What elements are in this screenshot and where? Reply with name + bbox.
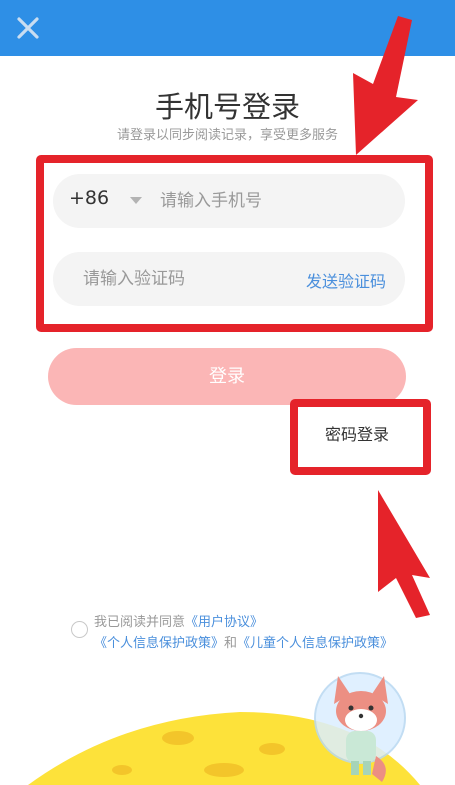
login-button[interactable]: 登录	[48, 348, 406, 405]
child-privacy-policy-link[interactable]: 《儿童个人信息保护政策》	[237, 636, 393, 651]
agreement-and: 和	[224, 636, 238, 651]
privacy-policy-link[interactable]: 《个人信息保护政策》	[94, 636, 224, 651]
close-icon	[17, 17, 39, 39]
moon-icon	[28, 712, 420, 785]
close-button[interactable]	[10, 10, 46, 46]
top-bar	[0, 0, 455, 56]
page-subtitle: 请登录以同步阅读记录，享受更多服务	[116, 128, 338, 143]
agreement-prefix: 我已阅读并同意	[94, 615, 186, 630]
arrow-pointing-up-icon	[378, 490, 430, 618]
agreement-checkbox[interactable]	[71, 621, 88, 638]
page-title: 手机号登录	[154, 90, 300, 124]
fox-mascot-icon	[314, 672, 406, 782]
highlight-box-inputs	[36, 155, 433, 332]
highlight-box-password-login	[290, 399, 431, 475]
user-agreement-link[interactable]: 《用户协议》	[185, 615, 263, 630]
agreement-text: 我已阅读并同意《用户协议》 《个人信息保护政策》和《儿童个人信息保护政策》	[94, 612, 394, 654]
